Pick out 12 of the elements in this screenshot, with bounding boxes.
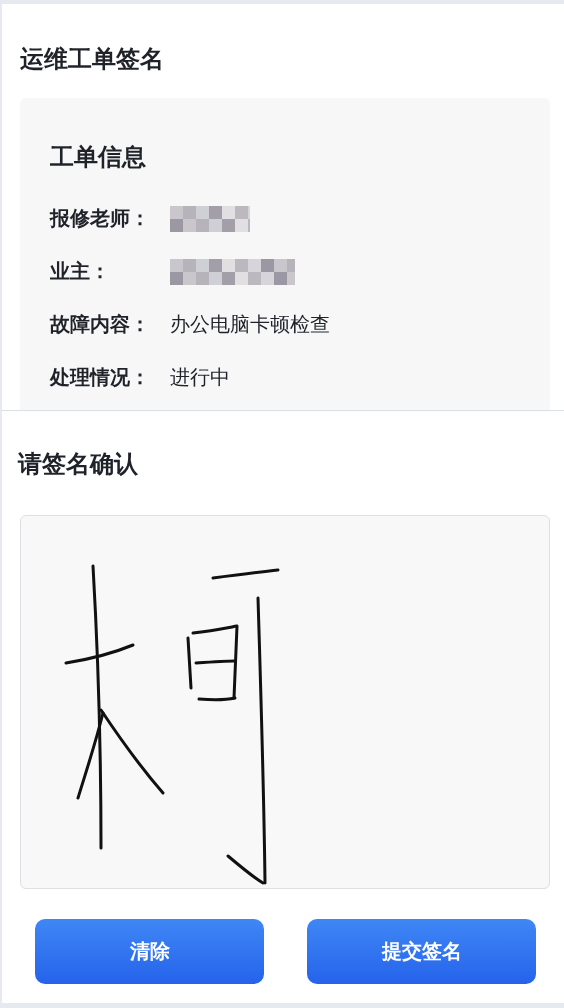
field-label: 业主： (50, 258, 111, 285)
field-label: 处理情况： (50, 364, 151, 391)
field-label: 故障内容： (50, 311, 151, 338)
field-label: 报修老师： (50, 205, 151, 232)
field-value: 办公电脑卡顿检查 (170, 311, 330, 338)
section-title: 请签名确认 (18, 449, 139, 480)
page-title: 运维工单签名 (20, 44, 165, 75)
section-heading: 工单信息 (50, 142, 147, 173)
signature-pad[interactable] (20, 515, 550, 889)
clear-button[interactable]: 清除 (35, 919, 264, 984)
submit-button[interactable]: 提交签名 (307, 919, 536, 984)
field-value: 进行中 (170, 364, 230, 391)
